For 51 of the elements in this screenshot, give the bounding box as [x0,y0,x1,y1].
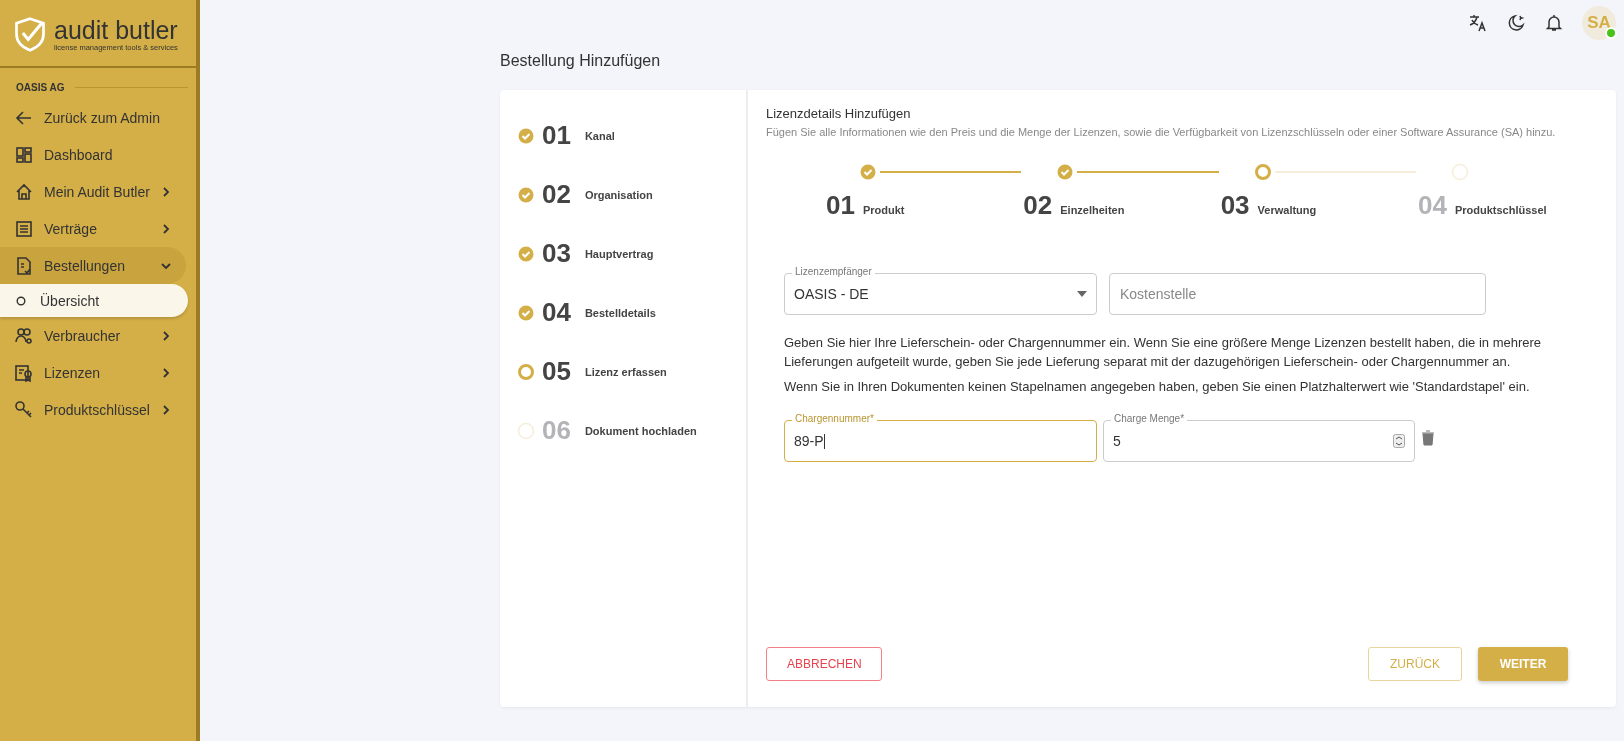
batch-quantity-input[interactable]: Charge Menge* 5 [1103,413,1415,462]
circle-icon [16,295,26,306]
document-check-icon [14,255,34,276]
page-title: Bestellung Hinzufügen [500,52,662,70]
panel-description: Fügen Sie alle Informationen wie den Preis und die Menge der Lizenzen, sowie die Verfügbarkeit von Lizenzschlüsseln oder einer Software Assurance (SA) hinzu. [766,125,1557,140]
wizard-step[interactable]: 03 Hauptvertrag [516,224,746,283]
chevron-icon [160,403,172,416]
dashboard-grid-icon [14,144,34,165]
house-icon [14,181,34,202]
cost-center-input[interactable]: Kostenstelle [1109,273,1486,315]
nav-item[interactable]: Verträge [0,210,186,247]
chevron-icon [160,366,172,379]
progress-step: 02 Einzelheiten [1023,190,1221,221]
section-label: OASIS AG [16,82,65,93]
nav-item[interactable]: Mein Audit Butler [0,173,186,210]
wizard-step[interactable]: 01 Kanal [516,106,746,165]
certificate-icon [14,362,34,383]
chevron-icon [160,185,172,198]
nav-subitem[interactable]: Übersicht [0,284,188,317]
dropdown-caret-icon [1077,291,1087,297]
nav-item[interactable]: Dashboard [0,136,186,173]
chevron-icon [160,222,172,235]
shield-check-icon [12,14,48,54]
wizard-step[interactable]: 05 Lizenz erfassen [516,342,746,401]
progress-step: 04 Produktschlüssel [1418,190,1568,221]
moon-icon[interactable] [1506,13,1526,33]
nav-item[interactable]: Zurück zum Admin [0,99,186,136]
nav-item[interactable]: Produktschlüssel [0,391,186,428]
progress-step: 03 Verwaltung [1220,190,1418,221]
spinner-icon [1393,434,1405,448]
nav-item[interactable]: Verbraucher [0,317,186,354]
nav-item[interactable]: Bestellungen [0,247,186,284]
recipient-select[interactable]: Lizenzempfänger OASIS - DE [784,266,1097,315]
progress-step: 01 Produkt [826,190,1024,221]
document-list-icon [14,218,34,239]
wizard-step[interactable]: 06 Dokument hochladen [516,401,746,460]
bell-icon[interactable] [1544,13,1564,33]
cancel-button[interactable]: ABBRECHEN [766,647,882,681]
info-paragraph: Wenn Sie in Ihren Dokumenten keinen Stapelnamen angegeben haben, geben Sie einen Platzhalterwert wie 'Standardstapel' ein. [784,378,1531,396]
info-paragraph: Geben Sie hier Ihre Lieferschein- oder Chargennummer ein. Wenn Sie eine größere Menge Lizenzen bestellt haben, die in mehrere Lieferungen aufgeteilt wurde, geben Sie jede Lieferung separat mit der dazugehörigen Lieferschein- oder Chargennummer an. [784,334,1543,371]
translate-icon[interactable] [1468,13,1488,33]
brand-name: audit butler [54,16,178,43]
key-icon [14,399,34,420]
wizard-step[interactable]: 04 Bestelldetails [516,283,746,342]
trash-icon[interactable] [1421,429,1435,446]
wizard-step[interactable]: 02 Organisation [516,165,746,224]
panel-title: Lizenzdetails Hinzufügen [766,106,912,121]
people-gear-icon [14,325,34,346]
batch-number-input[interactable]: Chargennummer* 89-P [784,413,1097,462]
nav-item[interactable]: Lizenzen [0,354,186,391]
chevron-icon [160,329,172,342]
